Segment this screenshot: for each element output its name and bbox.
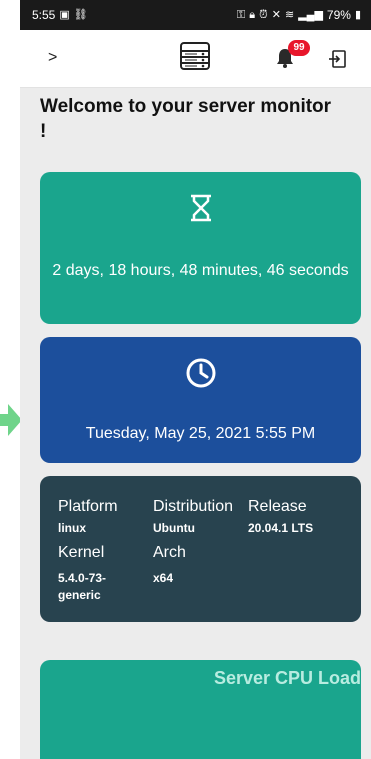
kernel-value: 5.4.0-73-generic: [58, 571, 107, 602]
uptime-card: 2 days, 18 hours, 48 minutes, 46 seconds: [40, 172, 361, 324]
signal-icon: ▂▄▆: [298, 8, 323, 21]
clock-icon: [186, 358, 216, 388]
uptime-text: 2 days, 18 hours, 48 minutes, 46 seconds: [52, 262, 349, 279]
datetime-text: Tuesday, May 25, 2021 5:55 PM: [85, 425, 316, 442]
notification-badge: 99: [288, 40, 310, 56]
chevron-right-icon[interactable]: >: [48, 49, 57, 67]
release-label: Release: [248, 498, 307, 515]
distribution-value: Ubuntu: [153, 521, 195, 535]
hourglass-icon: [191, 194, 211, 222]
distribution-label: Distribution: [153, 498, 234, 515]
datetime-card: Tuesday, May 25, 2021 5:55 PM: [40, 337, 361, 463]
mute-icon: ✕: [271, 8, 281, 21]
green-arrow-icon: [0, 404, 22, 436]
wifi-icon: ≋: [284, 8, 295, 21]
cpu-load-title: Server CPU Load: [213, 668, 361, 688]
system-info-card: Platform linux Distribution Ubuntu Relea…: [40, 476, 361, 622]
app-bar: > 99: [20, 30, 371, 88]
cpu-load-card: Server CPU Load: [40, 660, 361, 759]
platform-value: linux: [58, 521, 87, 535]
kernel-label: Kernel: [58, 544, 105, 561]
status-time: 5:55: [32, 8, 56, 22]
welcome-heading: Welcome to your server monitor !: [40, 96, 332, 142]
arch-value: x64: [153, 571, 174, 585]
logout-icon[interactable]: [328, 50, 346, 68]
alarm-icon: ⏰︎: [259, 8, 268, 21]
platform-label: Platform: [58, 498, 118, 515]
battery-percent: 79%: [326, 8, 351, 22]
lock-icon: 🔒︎: [249, 8, 256, 21]
phone-screen: 5:55 ▣ ⛓ ⚿ 🔒︎ ⏰︎ ✕ ≋ ▂▄▆ 79% ▮ > 99 Welc…: [20, 0, 371, 759]
arch-label: Arch: [153, 544, 186, 561]
gallery-icon: ▣: [59, 8, 70, 21]
key-icon: ⚿: [236, 8, 246, 21]
server-icon[interactable]: [180, 42, 210, 70]
release-value: 20.04.1 LTS: [248, 521, 314, 535]
battery-icon: ▮: [354, 8, 361, 21]
status-bar: 5:55 ▣ ⛓ ⚿ 🔒︎ ⏰︎ ✕ ≋ ▂▄▆ 79% ▮: [20, 0, 371, 30]
link-icon: ⛓: [73, 8, 88, 21]
